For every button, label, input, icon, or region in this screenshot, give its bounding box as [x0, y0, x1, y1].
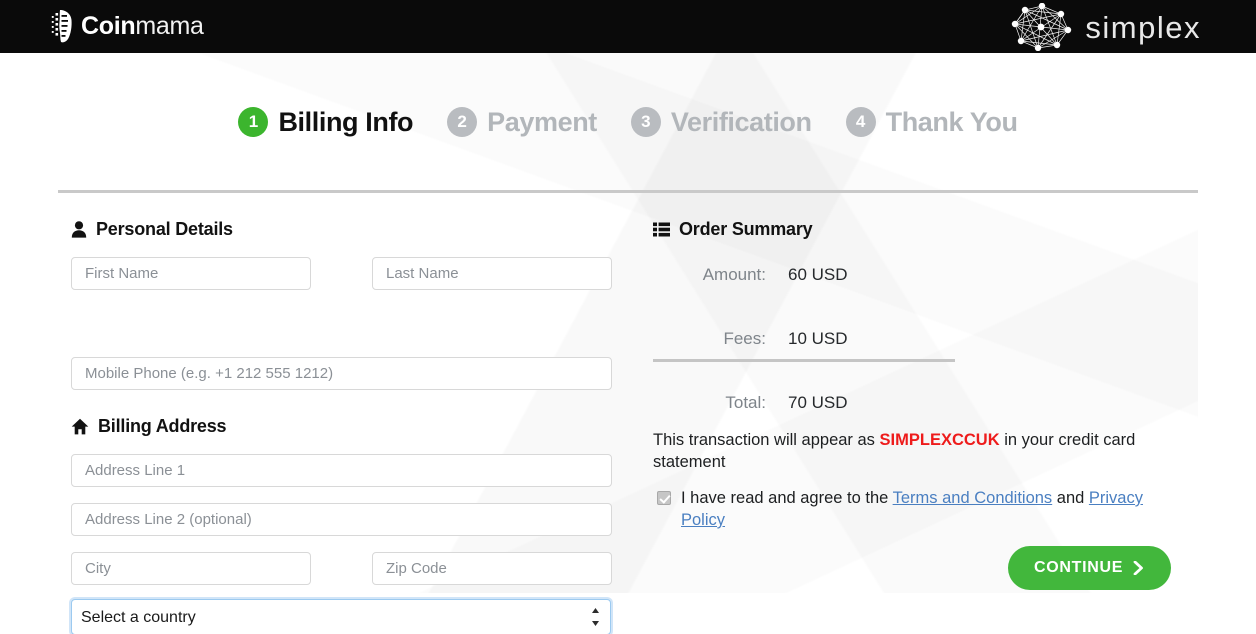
- order-summary-title: Order Summary: [679, 219, 812, 240]
- coinmama-wordmark: Coinmama: [81, 8, 204, 44]
- chevron-right-icon: [1132, 561, 1145, 575]
- step-4-number: 4: [846, 107, 876, 137]
- terms-prefix: I have read and agree to the: [681, 489, 893, 507]
- city-zip-row: [71, 552, 612, 585]
- address-line-1-input[interactable]: [71, 454, 612, 487]
- home-icon: [71, 418, 89, 435]
- step-2-number: 2: [447, 107, 477, 137]
- statement-descriptor-text: This transaction will appear as SIMPLEXC…: [653, 429, 1173, 473]
- simplex-wordmark: simplex: [1085, 4, 1201, 51]
- address-line-2-input[interactable]: [71, 503, 612, 536]
- country-select-wrapper[interactable]: Select a country: [71, 599, 611, 634]
- step-1-number: 1: [238, 107, 268, 137]
- coinmama-logo[interactable]: Coinmama: [50, 8, 204, 44]
- site-header: Coinmama: [0, 0, 1256, 53]
- simplex-logo[interactable]: simplex: [1011, 3, 1201, 51]
- amount-label: Amount:: [653, 265, 788, 285]
- last-name-input[interactable]: [372, 257, 612, 290]
- person-icon: [71, 221, 87, 238]
- mobile-phone-input[interactable]: [71, 357, 612, 390]
- step-verification[interactable]: 3 Verification: [614, 107, 829, 138]
- personal-details-heading: Personal Details: [71, 219, 233, 240]
- step-3-label: Verification: [671, 107, 812, 138]
- order-row-fees: Fees: 10 USD: [653, 329, 848, 349]
- checkout-page: 1 Billing Info 2 Payment 3 Verification …: [0, 53, 1256, 634]
- fees-label: Fees:: [653, 329, 788, 349]
- coinmama-wordmark-bold: Coin: [81, 12, 135, 40]
- terms-text: I have read and agree to the Terms and C…: [681, 487, 1173, 531]
- terms-agreement: I have read and agree to the Terms and C…: [653, 487, 1173, 531]
- terms-checkbox[interactable]: [657, 491, 671, 505]
- step-3-number: 3: [631, 107, 661, 137]
- statement-descriptor: SIMPLEXCCUK: [880, 431, 1000, 449]
- terms-joiner: and: [1052, 489, 1089, 507]
- order-row-amount: Amount: 60 USD: [653, 265, 848, 285]
- continue-button[interactable]: CONTINUE: [1008, 546, 1171, 590]
- terms-and-conditions-link[interactable]: Terms and Conditions: [893, 489, 1053, 507]
- statement-prefix: This transaction will appear as: [653, 431, 880, 449]
- step-2-label: Payment: [487, 107, 597, 138]
- zip-code-input[interactable]: [372, 552, 612, 585]
- city-input[interactable]: [71, 552, 311, 585]
- total-value: 70 USD: [788, 393, 848, 413]
- billing-address-heading: Billing Address: [71, 416, 226, 437]
- name-fields-row: [71, 257, 612, 290]
- step-billing-info[interactable]: 1 Billing Info: [221, 107, 430, 138]
- order-row-total: Total: 70 USD: [653, 393, 848, 413]
- checkout-steps: 1 Billing Info 2 Payment 3 Verification …: [58, 88, 1198, 156]
- list-icon: [653, 222, 670, 237]
- total-label: Total:: [653, 393, 788, 413]
- coinmama-bitcoin-glyph-icon: [50, 8, 74, 44]
- amount-value: 60 USD: [788, 265, 848, 285]
- fees-value: 10 USD: [788, 329, 848, 349]
- coinmama-wordmark-light: mama: [135, 12, 203, 40]
- simplex-network-mesh-icon: [1011, 3, 1073, 51]
- step-payment[interactable]: 2 Payment: [430, 107, 614, 138]
- personal-details-title: Personal Details: [96, 219, 233, 240]
- checkout-body: Personal Details Billing Address: [58, 193, 1198, 634]
- billing-address-title: Billing Address: [98, 416, 226, 437]
- first-name-input[interactable]: [71, 257, 311, 290]
- step-4-label: Thank You: [886, 107, 1018, 138]
- step-1-label: Billing Info: [278, 107, 413, 138]
- order-summary-heading: Order Summary: [653, 219, 812, 240]
- order-summary-divider: [653, 359, 955, 362]
- country-select[interactable]: Select a country: [71, 599, 611, 634]
- continue-button-label: CONTINUE: [1034, 559, 1123, 577]
- step-thank-you[interactable]: 4 Thank You: [829, 107, 1035, 138]
